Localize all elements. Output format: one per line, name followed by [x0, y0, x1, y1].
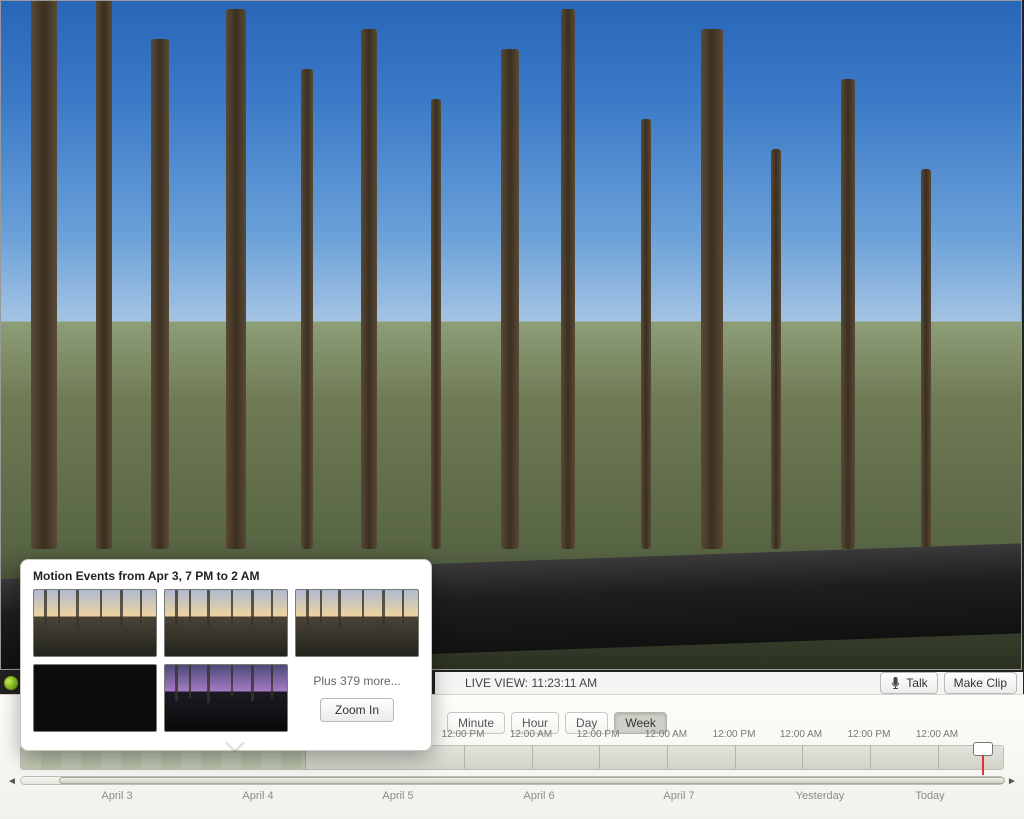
- timeline-tick: 12:00 AM: [645, 729, 687, 740]
- timeline-scroll-thumb[interactable]: [59, 777, 1005, 784]
- ruler-tick: [599, 746, 600, 769]
- ruler-tick: [735, 746, 736, 769]
- tree-trunk: [31, 0, 57, 549]
- tree-trunk: [431, 99, 441, 549]
- motion-thumbnail[interactable]: [33, 589, 157, 657]
- timeline-tick: 12:00 PM: [442, 729, 485, 740]
- live-view-label: LIVE VIEW: 11:23:11 AM: [465, 676, 597, 690]
- live-indicator-dot: [4, 676, 18, 690]
- tree-trunk: [301, 69, 313, 549]
- ruler-tick: [870, 746, 871, 769]
- tree-trunk: [501, 49, 519, 549]
- day-label: April 5: [382, 790, 413, 802]
- timeline-tick: 12:00 AM: [916, 729, 958, 740]
- talk-button-label: Talk: [906, 676, 927, 690]
- day-label: April 4: [242, 790, 273, 802]
- tree-trunk: [96, 0, 112, 549]
- make-clip-button[interactable]: Make Clip: [944, 672, 1017, 694]
- motion-thumbnail[interactable]: [295, 589, 419, 657]
- day-label: April 7: [663, 790, 694, 802]
- motion-thumbnail[interactable]: [164, 664, 288, 732]
- tree-trunk: [151, 39, 169, 549]
- motion-events-title: Motion Events from Apr 3, 7 PM to 2 AM: [33, 569, 419, 583]
- scroll-left-arrow-icon[interactable]: ◄: [5, 775, 19, 788]
- make-clip-button-label: Make Clip: [954, 676, 1007, 690]
- day-label: April 6: [523, 790, 554, 802]
- timeline-tick: 12:00 AM: [780, 729, 822, 740]
- ruler-tick: [802, 746, 803, 769]
- motion-more-text: Plus 379 more...: [313, 674, 400, 688]
- ruler-tick: [464, 746, 465, 769]
- timeline-scrollbar[interactable]: ◄ ►: [20, 776, 1004, 785]
- day-label: Today: [915, 790, 944, 802]
- tree-trunk: [841, 79, 855, 549]
- tree-trunk: [701, 29, 723, 549]
- day-label: Yesterday: [796, 790, 845, 802]
- motion-events-thumbnails: Plus 379 more... Zoom In: [33, 589, 419, 732]
- ruler-tick: [667, 746, 668, 769]
- timeline-tick: 12:00 PM: [713, 729, 756, 740]
- timeline-tick: 12:00 PM: [577, 729, 620, 740]
- motion-events-tooltip: Motion Events from Apr 3, 7 PM to 2 AM P…: [20, 559, 432, 751]
- tree-trunk: [921, 169, 931, 549]
- tree-trunk: [361, 29, 377, 549]
- motion-more-cell: Plus 379 more... Zoom In: [295, 664, 419, 732]
- tree-trunk: [561, 9, 575, 549]
- day-label: April 3: [101, 790, 132, 802]
- talk-button[interactable]: Talk: [880, 672, 937, 694]
- timeline-day-labels: April 3 April 4 April 5 April 6 April 7 Yeste…: [0, 790, 1024, 806]
- tree-trunk: [641, 119, 651, 549]
- timeline-tick: 12:00 PM: [848, 729, 891, 740]
- motion-thumbnail[interactable]: [33, 664, 157, 732]
- scroll-right-arrow-icon[interactable]: ►: [1005, 775, 1019, 788]
- motion-thumbnail[interactable]: [164, 589, 288, 657]
- tree-trunk: [771, 149, 781, 549]
- zoom-in-button[interactable]: Zoom In: [320, 698, 394, 722]
- tree-trunk: [226, 9, 246, 549]
- ruler-tick: [532, 746, 533, 769]
- live-view-bar: LIVE VIEW: 11:23:11 AM Talk Make Clip: [435, 672, 1023, 694]
- microphone-icon: [890, 677, 901, 690]
- ruler-tick: [938, 746, 939, 769]
- timeline-tick: 12:00 AM: [510, 729, 552, 740]
